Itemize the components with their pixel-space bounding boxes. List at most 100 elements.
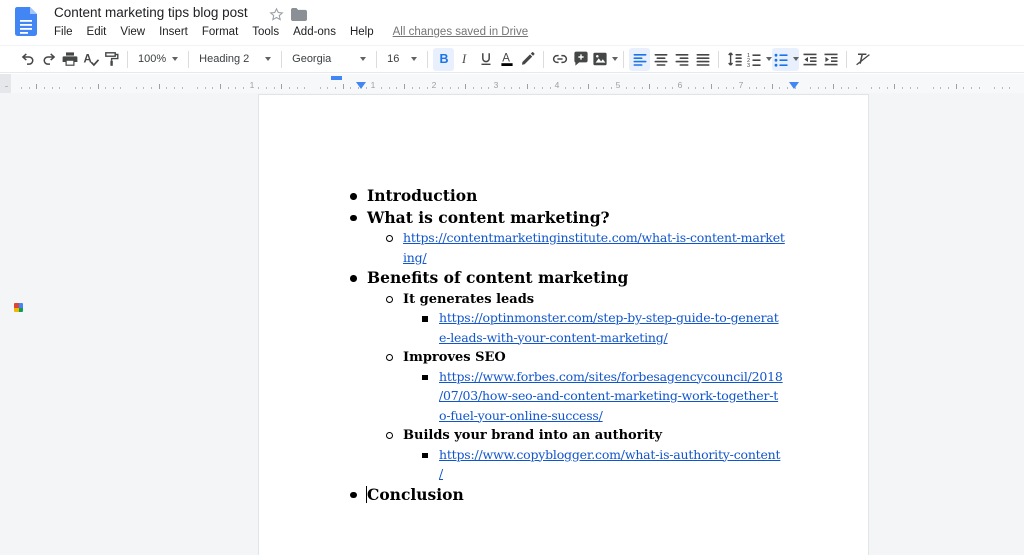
spellcheck-button[interactable]: A: [80, 48, 101, 71]
doc-line[interactable]: Introduction: [259, 186, 868, 208]
ruler-tick: [764, 87, 765, 89]
ruler-tick: [665, 87, 666, 89]
italic-button[interactable]: I: [454, 48, 475, 71]
paint-format-icon: [103, 50, 121, 68]
doc-line[interactable]: e-leads-with-your-content-marketing/: [259, 329, 868, 349]
menu-tools[interactable]: Tools: [245, 25, 286, 39]
font-dropdown[interactable]: Georgia: [287, 48, 371, 71]
doc-link[interactable]: https://www.copyblogger.com/what-is-auth…: [439, 447, 780, 462]
ruler-tick: [412, 87, 413, 89]
doc-line[interactable]: https://optinmonster.com/step-by-step-gu…: [259, 309, 868, 329]
doc-line[interactable]: https://www.forbes.com/sites/forbesagenc…: [259, 368, 868, 388]
menu-insert[interactable]: Insert: [152, 25, 195, 39]
underline-button[interactable]: [475, 48, 496, 71]
insert-link-icon: [551, 50, 569, 68]
doc-line[interactable]: It generates leads: [259, 290, 868, 310]
zoom-dropdown[interactable]: 100%: [133, 48, 183, 71]
highlight-button[interactable]: [517, 48, 538, 71]
align-justify-button[interactable]: [692, 48, 713, 71]
font-size-dropdown[interactable]: 16: [382, 48, 422, 71]
doc-link[interactable]: ing/: [403, 250, 426, 265]
ruler-tick: [488, 87, 489, 89]
doc-line[interactable]: Conclusion: [259, 485, 868, 507]
doc-link[interactable]: https://www.forbes.com/sites/forbesagenc…: [439, 369, 783, 384]
paint-format-button[interactable]: [101, 48, 122, 71]
doc-heading: Improves SEO: [403, 350, 506, 365]
ruler-tick: [894, 84, 895, 89]
doc-line[interactable]: ing/: [259, 249, 868, 269]
document-page[interactable]: IntroductionWhat is content marketing?ht…: [258, 94, 869, 555]
chevron-down-icon: [411, 57, 417, 61]
redo-button[interactable]: [38, 48, 59, 71]
horizontal-ruler[interactable]: 11234567: [0, 74, 1024, 93]
clear-formatting-button[interactable]: [852, 48, 873, 71]
menu-format[interactable]: Format: [195, 25, 245, 39]
google-docs-logo-icon[interactable]: [15, 7, 37, 41]
doc-line[interactable]: https://contentmarketinginstitute.com/wh…: [259, 229, 868, 249]
toolbar-separator: [281, 51, 282, 68]
ruler-tick: [573, 87, 574, 89]
bulleted-list-button[interactable]: [772, 48, 799, 71]
ruler-tick: [289, 87, 290, 89]
doc-line[interactable]: o-fuel-your-online-success/: [259, 407, 868, 427]
numbered-list-button[interactable]: 123: [745, 48, 772, 71]
ruler-tick: [396, 87, 397, 89]
doc-link[interactable]: https://contentmarketinginstitute.com/wh…: [403, 230, 785, 245]
print-button[interactable]: [59, 48, 80, 71]
doc-line[interactable]: /07/03/how-seo-and-content-marketing-wor…: [259, 387, 868, 407]
ruler-tick: [756, 87, 757, 89]
increase-indent-button[interactable]: [820, 48, 841, 71]
doc-line[interactable]: Improves SEO: [259, 348, 868, 368]
doc-line[interactable]: What is content marketing?: [259, 208, 868, 230]
align-left-button[interactable]: [629, 48, 650, 71]
doc-link[interactable]: https://optinmonster.com/step-by-step-gu…: [439, 310, 779, 325]
font-value: Georgia: [292, 53, 354, 65]
ruler-tick: [52, 87, 53, 89]
styles-dropdown[interactable]: Heading 2: [194, 48, 276, 71]
menu-help[interactable]: Help: [343, 25, 381, 39]
text-color-button[interactable]: A: [496, 48, 517, 71]
doc-heading: Introduction: [367, 186, 477, 205]
doc-line[interactable]: Builds your brand into an authority: [259, 426, 868, 446]
ruler-tick: [36, 84, 37, 89]
insert-image-button[interactable]: [591, 48, 618, 71]
doc-link[interactable]: o-fuel-your-online-success/: [439, 408, 603, 423]
undo-button[interactable]: [17, 48, 38, 71]
ruler-tick: [1002, 87, 1003, 89]
insert-comment-button[interactable]: [570, 48, 591, 71]
ruler-number: 2: [432, 80, 437, 90]
redo-icon: [40, 50, 58, 68]
ruler-tick: [550, 87, 551, 89]
ruler-tick: [818, 87, 819, 89]
ruler-number: 7: [739, 80, 744, 90]
chevron-down-icon[interactable]: [612, 57, 618, 61]
align-right-button[interactable]: [671, 48, 692, 71]
ruler-tick: [519, 87, 520, 89]
doc-line[interactable]: /: [259, 465, 868, 485]
ruler-tick: [695, 87, 696, 89]
menu-edit[interactable]: Edit: [80, 25, 114, 39]
insert-comment-icon: [572, 50, 590, 68]
doc-line[interactable]: Benefits of content marketing: [259, 268, 868, 290]
line-spacing-button[interactable]: [724, 48, 745, 71]
insert-link-button[interactable]: [549, 48, 570, 71]
ruler-tick: [258, 87, 259, 89]
doc-link[interactable]: e-leads-with-your-content-marketing/: [439, 330, 668, 345]
ruler-tick: [281, 84, 282, 89]
ruler-tick: [228, 87, 229, 89]
menu-file[interactable]: File: [47, 25, 80, 39]
first-line-indent-marker[interactable]: [331, 76, 342, 80]
doc-link[interactable]: /: [439, 466, 443, 481]
decrease-indent-button[interactable]: [799, 48, 820, 71]
text-cursor: [366, 486, 367, 503]
save-status[interactable]: All changes saved in Drive: [393, 26, 529, 38]
doc-link[interactable]: /07/03/how-seo-and-content-marketing-wor…: [439, 388, 778, 403]
doc-line[interactable]: https://www.copyblogger.com/what-is-auth…: [259, 446, 868, 466]
bold-button[interactable]: B: [433, 48, 454, 71]
align-left-icon: [631, 50, 649, 68]
align-center-button[interactable]: [650, 48, 671, 71]
menu-add-ons[interactable]: Add-ons: [286, 25, 343, 39]
ruler-tick: [504, 87, 505, 89]
menu-view[interactable]: View: [113, 25, 152, 39]
document-title[interactable]: Content marketing tips blog post: [54, 5, 248, 20]
